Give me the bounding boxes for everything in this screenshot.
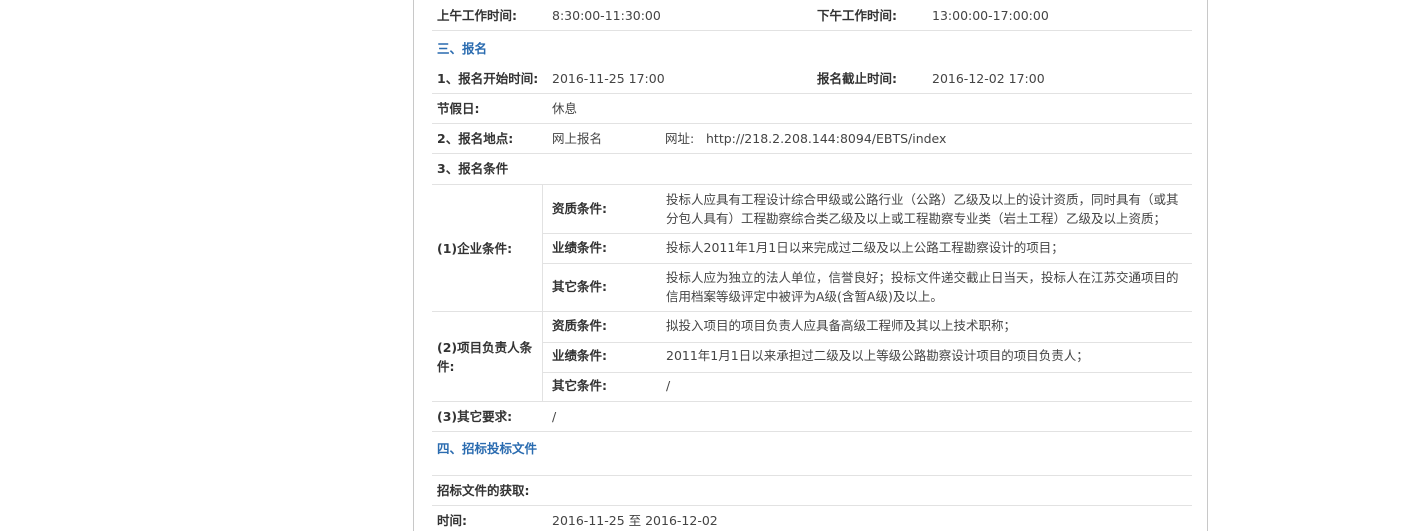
afternoon-time-label: 下午工作时间: xyxy=(817,8,897,23)
afternoon-time-value: 13:00:00-17:00:00 xyxy=(932,8,1049,23)
enterprise-performance-row: 业绩条件: 投标人2011年1月1日以来完成过二级及以上公路工程勘察设计的项目； xyxy=(542,233,1192,264)
registration-url-link[interactable]: http://218.2.208.144:8094/EBTS/index xyxy=(706,130,946,148)
enterprise-other-row: 其它条件: 投标人应为独立的法人单位，信誉良好；投标文件递交截止日当天，投标人在… xyxy=(542,263,1192,313)
registration-start-label: 1、报名开始时间: xyxy=(437,71,539,86)
manager-performance-row: 业绩条件: 2011年1月1日以来承担过二级及以上等级公路勘察设计项目的项目负责… xyxy=(542,342,1192,373)
enterprise-conditions-block: (1)企业条件: 资质条件: 投标人应具有工程设计综合甲级或公路行业（公路）乙级… xyxy=(432,184,1192,312)
manager-qualification-row: 资质条件: 拟投入项目的项目负责人应具备高级工程师及其以上技术职称； xyxy=(542,312,1192,343)
enterprise-qualification-value: 投标人应具有工程设计综合甲级或公路行业（公路）乙级及以上的设计资质，同时具有（或… xyxy=(666,192,1179,226)
obtain-document-row: 招标文件的获取: xyxy=(432,476,1192,506)
manager-qualification-value: 拟投入项目的项目负责人应具备高级工程师及其以上技术职称； xyxy=(666,318,1017,333)
manager-conditions-block: (2)项目负责人条件: 资质条件: 拟投入项目的项目负责人应具备高级工程师及其以… xyxy=(432,312,1192,402)
holiday-row: 节假日: 休息 xyxy=(432,94,1192,124)
obtain-document-label: 招标文件的获取: xyxy=(437,483,530,498)
section-3-heading: 三、报名 xyxy=(437,41,488,56)
registration-place-value: 网上报名 xyxy=(552,131,603,146)
manager-performance-value: 2011年1月1日以来承担过二级及以上等级公路勘察设计项目的项目负责人； xyxy=(666,348,1089,363)
registration-start-value: 2016-11-25 17:00 xyxy=(552,71,665,86)
registration-place-row: 2、报名地点: 网上报名 网址: http://218.2.208.144:80… xyxy=(432,124,1192,154)
manager-other-label: 其它条件: xyxy=(552,378,607,393)
manager-qualification-label: 资质条件: xyxy=(552,318,607,333)
enterprise-performance-value: 投标人2011年1月1日以来完成过二级及以上公路工程勘察设计的项目； xyxy=(666,240,1064,255)
document-time-value: 2016-11-25 至 2016-12-02 xyxy=(552,513,718,528)
enterprise-other-label: 其它条件: xyxy=(552,279,607,294)
registration-time-row: 1、报名开始时间: 2016-11-25 17:00 报名截止时间: 2016-… xyxy=(432,63,1192,94)
section-4-heading: 四、招标投标文件 xyxy=(437,441,538,456)
enterprise-qualification-row: 资质条件: 投标人应具有工程设计综合甲级或公路行业（公路）乙级及以上的设计资质，… xyxy=(542,185,1192,234)
manager-performance-label: 业绩条件: xyxy=(552,348,607,363)
holiday-label: 节假日: xyxy=(437,101,480,116)
manager-other-row: 其它条件: / xyxy=(542,372,1192,402)
enterprise-other-value: 投标人应为独立的法人单位，信誉良好；投标文件递交截止日当天，投标人在江苏交通项目… xyxy=(666,270,1179,304)
work-time-row: 上午工作时间: 8:30:00-11:30:00 下午工作时间: 13:00:0… xyxy=(432,0,1192,31)
enterprise-qualification-label: 资质条件: xyxy=(552,201,607,216)
morning-time-label: 上午工作时间: xyxy=(437,8,517,23)
registration-deadline-label: 报名截止时间: xyxy=(817,71,897,86)
holiday-value: 休息 xyxy=(552,101,578,116)
registration-place-label: 2、报名地点: xyxy=(437,131,514,146)
url-label: 网址: xyxy=(665,131,695,146)
manager-conditions-label: (2)项目负责人条件: xyxy=(437,340,533,374)
section-3-heading-row: 三、报名 xyxy=(432,31,1192,63)
manager-other-value: / xyxy=(666,378,671,393)
section-4-heading-row: 四、招标投标文件 xyxy=(432,432,1192,476)
other-requirements-value: / xyxy=(552,409,557,424)
conditions-heading: 3、报名条件 xyxy=(437,161,509,176)
other-requirements-label: (3)其它要求: xyxy=(437,409,513,424)
enterprise-conditions-label: (1)企业条件: xyxy=(437,241,513,256)
other-requirements-row: (3)其它要求: / xyxy=(432,402,1192,432)
morning-time-value: 8:30:00-11:30:00 xyxy=(552,8,661,23)
document-time-label: 时间: xyxy=(437,513,467,528)
registration-deadline-value: 2016-12-02 17:00 xyxy=(932,71,1045,86)
content-panel: 上午工作时间: 8:30:00-11:30:00 下午工作时间: 13:00:0… xyxy=(413,0,1208,531)
conditions-heading-row: 3、报名条件 xyxy=(432,154,1192,184)
enterprise-performance-label: 业绩条件: xyxy=(552,240,607,255)
document-time-row: 时间: 2016-11-25 至 2016-12-02 xyxy=(432,506,1192,531)
